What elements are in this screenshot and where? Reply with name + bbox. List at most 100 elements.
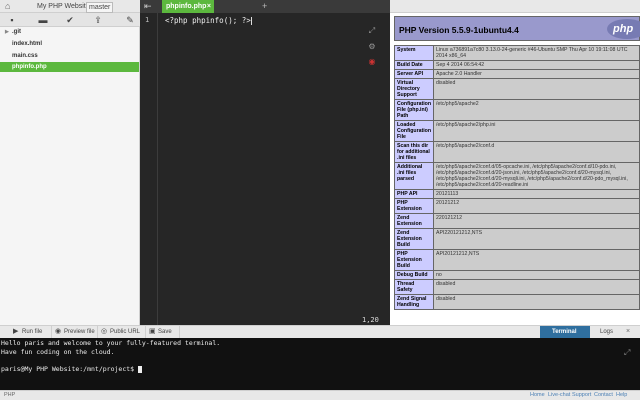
file-label: .git	[12, 29, 21, 35]
info-row: System Linux a736891a7c80 3.13.0-24-gener…	[394, 45, 640, 61]
code-editor[interactable]: 1 <?php phpinfo(); ?> ⤢ ⚙ ◉ 1,20	[140, 13, 390, 325]
terminal-line: Hello paris and welcome to your fully-fe…	[1, 339, 221, 347]
info-value: disabled	[433, 279, 640, 295]
status-bar: PHP Home Live-chat Support Contact Help	[0, 390, 640, 400]
upload-icon[interactable]: ⇪	[92, 14, 104, 26]
home-icon[interactable]: ⌂	[5, 2, 15, 11]
file-item-main-css[interactable]: main.css	[0, 51, 139, 61]
info-row: Server API Apache 2.0 Handler	[394, 69, 640, 79]
info-key: Build Date	[394, 60, 434, 70]
run-file-button[interactable]: ▶ Run file	[10, 326, 52, 338]
logs-tab-label: Logs	[600, 329, 614, 335]
bottom-toolbar: ▶ Run file ◉ Preview file ◎ Public URL ▣…	[0, 325, 640, 338]
line-number: 1	[145, 16, 150, 24]
file-item-phpinfo-php[interactable]: phpinfo.php	[0, 62, 139, 72]
file-tree: ▶ .git index.html main.css phpinfo.php	[0, 27, 140, 325]
contact-link[interactable]: Contact	[594, 391, 613, 400]
globe-icon: ◎	[101, 328, 108, 335]
preview-pane[interactable]: PHP Version 5.5.9-1ubuntu4.4 php System L…	[390, 13, 640, 325]
app-window: ⌂ My PHP Website master ▪ ▬ ✔ ⇪ ✎ ▶ .git…	[0, 0, 640, 400]
info-key: Zend Extension	[394, 213, 434, 229]
info-key: Zend Extension Build	[394, 228, 434, 250]
tab-terminal[interactable]: Terminal	[540, 326, 590, 338]
php-version: PHP Version 5.5.9-1ubuntu4.4	[399, 25, 519, 35]
close-panel-icon[interactable]: ×	[626, 326, 630, 338]
live-chat-link[interactable]: Live-chat	[548, 391, 570, 400]
wrench-icon[interactable]: ✎	[124, 14, 136, 26]
gear-icon[interactable]: ⚙	[367, 42, 377, 52]
folder-collapse-icon[interactable]: ▶	[5, 27, 9, 37]
info-row: Configuration File (php.ini) Path/etc/ph…	[394, 99, 640, 121]
info-key: Additional .ini files parsed	[394, 162, 434, 190]
info-key: PHP API	[394, 189, 434, 199]
add-tab-icon[interactable]: +	[262, 1, 267, 11]
info-value: /etc/php5/apache2/conf.d/05-opcache.ini,…	[433, 162, 640, 190]
eye-icon[interactable]: ◉	[367, 57, 377, 67]
info-row: Loaded Configuration File/etc/php5/apach…	[394, 120, 640, 142]
code-line[interactable]: <?php phpinfo(); ?>	[165, 16, 252, 25]
home-link[interactable]: Home	[530, 391, 545, 400]
cursor-position: 1,20	[362, 316, 379, 324]
expand-icon[interactable]: ⤢	[624, 348, 630, 358]
phpinfo-table: System Linux a736891a7c80 3.13.0-24-gener…	[394, 45, 640, 310]
info-row: PHP API 20121113	[394, 189, 640, 199]
php-version-banner: PHP Version 5.5.9-1ubuntu4.4 php	[394, 16, 640, 41]
collapse-sidebar-icon[interactable]: ⇤	[144, 1, 152, 12]
terminal[interactable]: Hello paris and welcome to your fully-fe…	[0, 338, 640, 390]
new-folder-icon[interactable]: ▬	[37, 14, 49, 26]
preview-file-button[interactable]: ◉ Preview file	[52, 326, 98, 338]
tab-logs[interactable]: Logs	[592, 326, 622, 338]
info-key: Scan this dir for additional .ini files	[394, 141, 434, 163]
file-item-index-html[interactable]: index.html	[0, 39, 139, 49]
info-value: no	[433, 270, 640, 280]
info-value: 220121212	[433, 213, 640, 229]
save-label: Save	[158, 329, 172, 335]
terminal-prompt[interactable]: paris@My PHP Website:/mnt/project$	[1, 365, 142, 373]
branch-badge[interactable]: master	[86, 2, 114, 13]
info-key: PHP Extension Build	[394, 249, 434, 271]
public-url-label: Public URL	[110, 329, 141, 335]
close-icon[interactable]: ×	[207, 0, 211, 13]
prompt-text: paris@My PHP Website:/mnt/project$	[1, 365, 138, 373]
tab-phpinfo[interactable]: phpinfo.php ×	[162, 0, 214, 13]
info-row: Additional .ini files parsed/etc/php5/ap…	[394, 162, 640, 190]
preview-file-label: Preview file	[64, 329, 95, 335]
editor-tab-bar: ⇤ phpinfo.php × +	[140, 0, 390, 13]
file-label: main.css	[12, 53, 38, 59]
tab-label: phpinfo.php	[166, 3, 207, 10]
info-key: Debug Build	[394, 270, 434, 280]
save-icon: ▣	[149, 328, 156, 335]
gutter-divider	[157, 13, 158, 325]
support-link[interactable]: Support	[572, 391, 591, 400]
info-value: /etc/php5/apache2/php.ini	[433, 120, 640, 142]
terminal-tab-label: Terminal	[552, 329, 577, 335]
info-key: Virtual Directory Support	[394, 78, 434, 100]
help-link[interactable]: Help	[616, 391, 627, 400]
info-row: Zend Extension Build API220121212,NTS	[394, 228, 640, 250]
info-value: Linux a736891a7c80 3.13.0-24-generic #46…	[433, 45, 640, 61]
info-row: Zend Extension 220121212	[394, 213, 640, 229]
check-icon[interactable]: ✔	[64, 14, 76, 26]
code-text: <?php phpinfo(); ?>	[165, 16, 251, 25]
info-row: Thread Safety disabled	[394, 279, 640, 295]
info-value: API220121212,NTS	[433, 228, 640, 250]
info-value: disabled	[433, 78, 640, 100]
new-file-icon[interactable]: ▪	[6, 14, 18, 26]
info-key: System	[394, 45, 434, 61]
info-key: PHP Extension	[394, 198, 434, 214]
info-key: Zend Signal Handling	[394, 294, 434, 310]
terminal-line: Have fun coding on the cloud.	[1, 348, 115, 356]
save-button[interactable]: ▣ Save	[146, 326, 180, 338]
info-row: Virtual Directory Support disabled	[394, 78, 640, 100]
info-row: Debug Build no	[394, 270, 640, 280]
language-indicator: PHP	[4, 392, 16, 398]
info-key: Thread Safety	[394, 279, 434, 295]
play-icon: ▶	[13, 328, 19, 335]
fullscreen-icon[interactable]: ⤢	[367, 26, 377, 36]
file-item-git[interactable]: ▶ .git	[0, 27, 139, 37]
public-url-button[interactable]: ◎ Public URL	[98, 326, 146, 338]
info-row: Zend Signal Handling disabled	[394, 294, 640, 310]
info-row: PHP Extension Build API20121212,NTS	[394, 249, 640, 271]
project-title: My PHP Website	[37, 3, 90, 10]
php-logo: php	[607, 19, 640, 39]
